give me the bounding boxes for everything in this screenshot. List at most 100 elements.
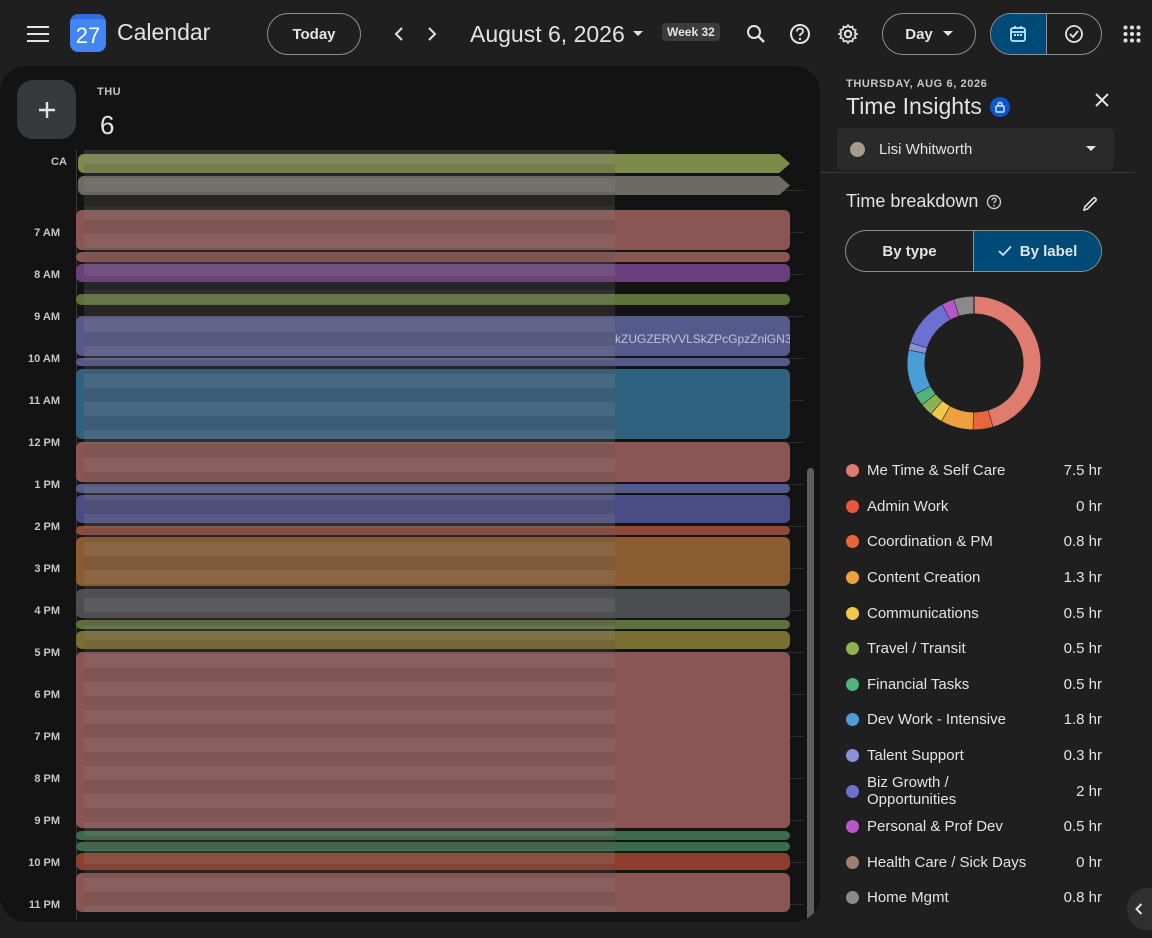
apps-grid-icon xyxy=(1123,25,1141,43)
label-legend: Me Time & Self Care 7.5 hr Admin Work 0 hr C… xyxy=(846,453,1102,916)
legend-color-dot xyxy=(846,571,859,585)
legend-value: 7.5 hr xyxy=(1063,462,1102,480)
legend-row[interactable]: Content Creation 1.3 hr xyxy=(846,560,1102,596)
legend-row[interactable]: Admin Work 0 hr xyxy=(846,489,1102,525)
time-insights-panel: THURSDAY, AUG 6, 2026 Time Insights Lisi… xyxy=(820,66,1152,938)
legend-value: 0.3 hr xyxy=(1063,747,1102,765)
legend-label: Home Mgmt xyxy=(867,889,949,907)
main-menu-button[interactable] xyxy=(18,14,58,54)
legend-row[interactable]: Travel / Transit 0.5 hr xyxy=(846,631,1102,667)
legend-label: Content Creation xyxy=(867,569,981,587)
day-grid[interactable]: 7 AM 8 AM 9 AM 10 AM 11 AM 12 PM 1 PM 2 … xyxy=(0,150,814,922)
hour-label: 7 PM xyxy=(34,731,60,743)
settings-button[interactable] xyxy=(830,16,866,52)
person-selector[interactable]: Lisi Whitworth xyxy=(837,128,1114,170)
search-button[interactable] xyxy=(738,16,774,52)
gear-icon xyxy=(837,23,859,45)
breakdown-title-text: Time breakdown xyxy=(846,191,979,211)
legend-color-dot xyxy=(846,749,859,763)
help-button[interactable] xyxy=(782,16,818,52)
donut-segment[interactable] xyxy=(930,400,950,421)
donut-segment[interactable] xyxy=(915,385,936,405)
task-check-icon xyxy=(1064,25,1083,43)
donut-segment[interactable] xyxy=(910,304,951,349)
donut-segment[interactable] xyxy=(908,342,927,354)
legend-value: 0.8 hr xyxy=(1063,533,1102,551)
legend-label: Me Time & Self Care xyxy=(867,462,1006,480)
legend-color-dot xyxy=(846,677,859,691)
donut-segment[interactable] xyxy=(941,405,974,430)
legend-row[interactable]: Personal & Prof Dev 0.5 hr xyxy=(846,809,1102,845)
app-title: Calendar xyxy=(117,19,211,45)
plus-icon xyxy=(38,101,55,118)
day-number[interactable]: 6 xyxy=(100,110,114,141)
legend-value: 1.3 hr xyxy=(1063,569,1102,587)
calendar-mode-button[interactable] xyxy=(991,14,1047,54)
current-date: August 6, 2026 xyxy=(470,20,625,47)
today-button[interactable]: Today xyxy=(267,13,361,55)
hour-label: 2 PM xyxy=(34,521,60,533)
view-selector[interactable]: Day xyxy=(882,13,976,55)
legend-color-dot xyxy=(846,606,859,620)
legend-color-dot xyxy=(846,464,859,478)
logo-number: 27 xyxy=(75,22,101,48)
next-day-button[interactable] xyxy=(415,17,449,51)
lock-icon xyxy=(989,96,1010,117)
chevron-right-icon xyxy=(428,27,437,41)
top-bar: 27 Calendar Today August 6, 2026 Week 32… xyxy=(0,0,1152,66)
hour-label: 6 PM xyxy=(34,689,60,701)
legend-value: 2 hr xyxy=(1076,782,1102,800)
donut-segment[interactable] xyxy=(942,299,960,320)
by-type-button[interactable]: By type xyxy=(846,231,974,271)
donut-segment[interactable] xyxy=(954,296,975,316)
legend-row[interactable]: Dev Work - Intensive 1.8 hr xyxy=(846,702,1102,738)
chevron-left-icon xyxy=(394,27,403,41)
create-event-button[interactable] xyxy=(17,80,76,139)
legend-row[interactable]: Communications 0.5 hr xyxy=(846,595,1102,631)
date-picker[interactable]: August 6, 2026 xyxy=(470,18,643,50)
donut-segment[interactable] xyxy=(922,393,943,414)
legend-row[interactable]: Financial Tasks 0.5 hr xyxy=(846,667,1102,703)
legend-value: 0.5 hr xyxy=(1063,818,1102,836)
help-icon[interactable] xyxy=(986,194,1002,210)
legend-label: Admin Work xyxy=(867,497,949,515)
legend-value: 0.5 hr xyxy=(1063,640,1102,658)
previous-day-button[interactable] xyxy=(382,17,416,51)
legend-color-dot xyxy=(846,784,859,798)
legend-row[interactable]: Talent Support 0.3 hr xyxy=(846,738,1102,774)
time-breakdown-donut[interactable] xyxy=(905,294,1043,432)
legend-color-dot xyxy=(846,820,859,834)
legend-row[interactable]: Me Time & Self Care 7.5 hr xyxy=(846,453,1102,489)
legend-row[interactable]: Biz Growth / Opportunities 2 hr xyxy=(846,773,1102,809)
donut-segment[interactable] xyxy=(972,410,993,430)
legend-value: 0.5 hr xyxy=(1063,675,1102,693)
search-icon xyxy=(747,25,765,43)
close-insights-button[interactable] xyxy=(1084,82,1120,118)
edit-breakdown-button[interactable] xyxy=(1074,188,1106,220)
legend-value: 0.5 hr xyxy=(1063,604,1102,622)
grid-scrollbar[interactable] xyxy=(807,468,814,922)
caret-down-icon xyxy=(1086,146,1096,151)
legend-row[interactable]: Health Care / Sick Days 0 hr xyxy=(846,845,1102,881)
person-name: Lisi Whitworth xyxy=(879,140,973,158)
tasks-mode-button[interactable] xyxy=(1047,14,1102,54)
by-label-button[interactable]: By label xyxy=(974,231,1101,271)
apps-button[interactable] xyxy=(1114,16,1150,52)
calendar-logo[interactable]: 27 xyxy=(70,14,106,52)
mode-toggle xyxy=(990,13,1102,55)
pencil-icon xyxy=(1082,196,1098,212)
legend-value: 1.8 hr xyxy=(1063,711,1102,729)
legend-value: 0.8 hr xyxy=(1063,889,1102,907)
legend-label: Talent Support xyxy=(867,747,964,765)
legend-row[interactable]: Home Mgmt 0.8 hr xyxy=(846,880,1102,916)
donut-segment[interactable] xyxy=(907,349,931,395)
donut-segment[interactable] xyxy=(973,296,1041,427)
hour-label: 9 PM xyxy=(34,815,60,827)
legend-label: Coordination & PM xyxy=(867,533,993,551)
check-icon xyxy=(998,245,1012,257)
hour-label: 12 PM xyxy=(28,437,60,449)
legend-value: 0 hr xyxy=(1076,497,1102,515)
insights-title-text: Time Insights xyxy=(846,93,982,119)
redacted-region xyxy=(84,150,615,912)
legend-row[interactable]: Coordination & PM 0.8 hr xyxy=(846,524,1102,560)
